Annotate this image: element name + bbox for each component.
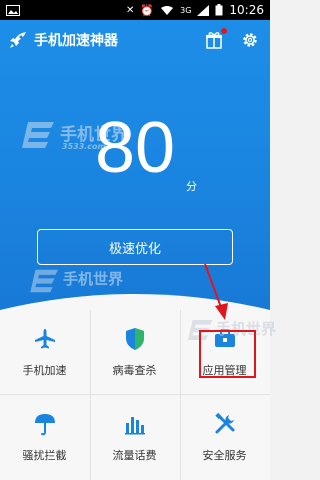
tool-security-service[interactable]: 安全服务 (180, 395, 269, 479)
tools-icon (214, 413, 234, 434)
status-right: ✕ ⏰ 3G 10:26 (126, 3, 270, 17)
notification-dot (221, 28, 227, 34)
rocket-logo-icon (10, 32, 26, 48)
shield-icon (125, 328, 144, 350)
tool-label: 病毒查杀 (112, 364, 157, 377)
status-bar: ✕ ⏰ 3G 10:26 (0, 0, 270, 20)
tool-label: 安全服务 (202, 449, 247, 462)
tool-virus-scan[interactable]: 病毒查杀 (90, 310, 179, 394)
gift-icon[interactable] (205, 31, 223, 49)
tool-label: 手机加速 (22, 364, 67, 377)
alarm-icon: ⏰ (140, 3, 155, 17)
annotation-highlight-box (199, 330, 256, 378)
score-value: 80 (94, 108, 176, 188)
mute-icon: ✕ (126, 4, 135, 16)
tool-phone-speedup[interactable]: 手机加速 (0, 310, 89, 394)
bar-chart-icon (124, 417, 145, 435)
tool-label: 骚扰拦截 (22, 449, 67, 462)
signal-icon (197, 4, 210, 16)
optimize-button[interactable]: 极速优化 (37, 229, 233, 265)
settings-gear-icon[interactable] (241, 31, 259, 49)
image-icon (6, 4, 20, 16)
airplane-icon (34, 329, 55, 349)
status-left (0, 4, 20, 16)
status-time: 10:26 (229, 3, 264, 17)
tool-traffic-billing[interactable]: 流量话费 (90, 395, 179, 479)
wifi-icon (161, 5, 174, 15)
app-title: 手机加速神器 (34, 33, 118, 49)
tool-label: 流量话费 (112, 449, 157, 462)
score-unit: 分 (186, 180, 197, 193)
tool-harassment-block[interactable]: 骚扰拦截 (0, 395, 89, 479)
app-header: 手机加速神器 (0, 20, 270, 60)
network-type: 3G (180, 5, 192, 15)
umbrella-icon (34, 414, 55, 436)
battery-icon (215, 4, 223, 16)
